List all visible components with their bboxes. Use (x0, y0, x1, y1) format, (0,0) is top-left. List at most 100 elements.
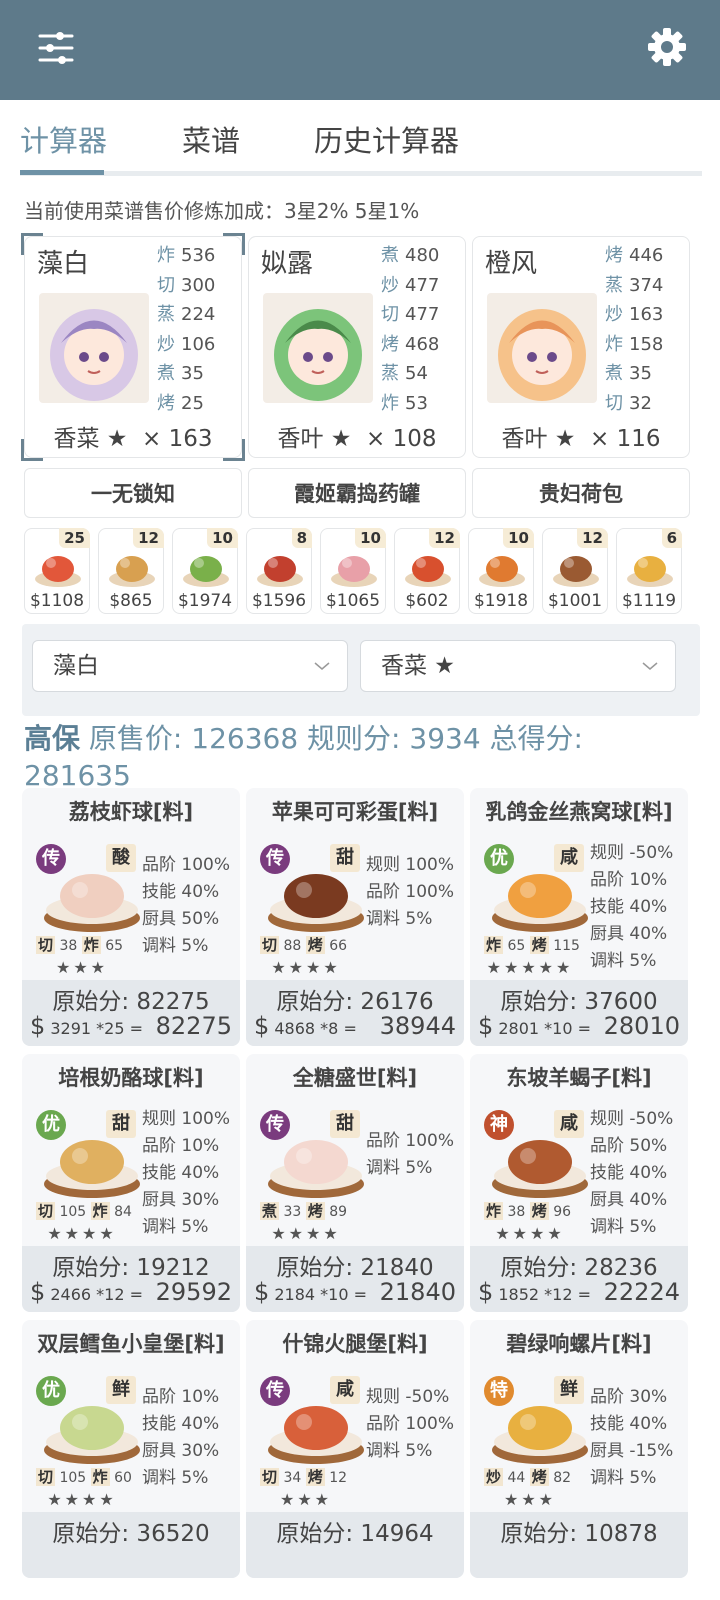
rarity-badge: 特 (484, 1376, 514, 1406)
recipe-bonus: 品阶 100% (142, 855, 231, 875)
recipe-bonuses: 品阶 30% 技能 40% 厨具 -15% 调料 5% (590, 1382, 673, 1490)
chef-avatar (39, 293, 149, 403)
recipe-bonuses: 品阶 100% 技能 40% 厨具 50% 调料 5% (142, 850, 230, 958)
active-tab-indicator (20, 170, 104, 175)
chef-skill: 切 477 (381, 304, 440, 325)
recipe-card[interactable]: 双层鳕鱼小皇堡[料] 优 鲜 品阶 10% 技能 40% 厨具 30% 调料 5% 切… (22, 1320, 240, 1578)
dish-image (107, 545, 157, 589)
dish-price: $1065 (325, 591, 381, 611)
chef-card[interactable]: 橙风 烤 446 蒸 374 炒 163 炸 158 煮 35 切 32 香叶 ★ × 116 (472, 236, 690, 458)
chef-card[interactable]: 藻白 炸 536 切 300 蒸 224 炒 106 煮 35 烤 25 香菜 ★ × 163 (21, 233, 245, 461)
dish-tile[interactable]: 10 $1918 (468, 528, 534, 614)
recipe-title: 荔枝虾球[料] (68, 800, 194, 824)
dish-price: $1119 (621, 591, 677, 611)
main-tabs: 计算器 菜谱 历史计算器 (20, 100, 702, 176)
recipe-card[interactable]: 东坡羊蝎子[料] 神 咸 规则 -50% 品阶 50% 技能 40% 厨具 40% 调料… (470, 1054, 688, 1312)
recipe-score-calc: $ 2184 *10 = 21840 (254, 1278, 456, 1306)
chef-skill: 煮 35 (157, 363, 204, 384)
recipe-card[interactable]: 苹果可可彩蛋[料] 传 甜 规则 100% 品阶 100% 调料 5% 切 88 烤… (246, 788, 464, 1046)
dish-tile[interactable]: 8 $1596 (246, 528, 312, 614)
dish-price: $1001 (547, 591, 603, 611)
dish-tile[interactable]: 10 $1974 (172, 528, 238, 614)
ingredient-select[interactable]: 香菜 ★ (360, 640, 676, 692)
summary-label: 高保 (24, 722, 81, 755)
recipe-skill-requirements: 切 38 炸 65 (36, 936, 124, 954)
filter-settings-icon[interactable] (36, 28, 76, 68)
dish-quantity: 8 (291, 528, 312, 548)
recipe-original-score: 原始分: 26176 (276, 989, 434, 1015)
flavor-badge: 咸 (554, 1110, 584, 1138)
recipe-original-score: 原始分: 28236 (500, 1255, 658, 1281)
recipe-score-panel: 原始分: 28236 $ 1852 *12 = 22224 (470, 1246, 688, 1312)
recipe-card[interactable]: 什锦火腿堡[料] 传 咸 规则 -50% 品阶 100% 调料 5% 切 34 烤 … (246, 1320, 464, 1578)
tab-recipes[interactable]: 菜谱 (182, 118, 240, 176)
recipe-title: 培根奶酪球[料] (58, 1066, 204, 1090)
recipe-stars: ★★★★ (495, 1224, 565, 1243)
dish-price: $1596 (251, 591, 307, 611)
recipe-score-calc: $ 2801 *10 = 28010 (478, 1012, 680, 1040)
chef-skills: 煮 480 炒 477 切 477 烤 468 蒸 54 炸 53 (381, 241, 465, 418)
recipe-bonuses: 规则 -50% 品阶 100% 调料 5% (366, 1382, 454, 1463)
dish-tile[interactable]: 6 $1119 (616, 528, 682, 614)
dish-quantity: 12 (577, 528, 608, 548)
chef-ingredient: 香菜 ★ × 163 (53, 426, 213, 452)
recipe-card[interactable]: 碧绿响螺片[料] 特 鲜 品阶 30% 技能 40% 厨具 -15% 调料 5% 炒 … (470, 1320, 688, 1578)
chef-name: 姒露 (261, 249, 314, 279)
equipment-slot-1[interactable]: 一无锁知 (24, 468, 242, 518)
recipe-title: 全糖盛世[料] (292, 1066, 418, 1090)
chef-skills: 烤 446 蒸 374 炒 163 炸 158 煮 35 切 32 (605, 241, 689, 418)
recipe-original-score: 原始分: 37600 (500, 989, 658, 1015)
chef-select[interactable]: 藻白 (32, 640, 348, 692)
recipe-bonus: 品阶 100% (366, 882, 455, 902)
selection-corner (21, 439, 43, 461)
equipment-slot-2[interactable]: 霞姬霸捣药罐 (248, 468, 466, 518)
summary-values: 原售价: 126368 规则分: 3934 总得分: 281635 (24, 722, 583, 792)
dish-tile[interactable]: 12 $602 (394, 528, 460, 614)
tab-calculator[interactable]: 计算器 (20, 118, 107, 176)
recipe-card[interactable]: 全糖盛世[料] 传 甜 品阶 100% 调料 5% 煮 33 烤 89 ★★★★ … (246, 1054, 464, 1312)
chef-avatar (487, 293, 597, 403)
tab-history-calculator[interactable]: 历史计算器 (314, 118, 459, 176)
recipe-bonuses: 规则 -50% 品阶 10% 技能 40% 厨具 40% 调料 5% (590, 838, 673, 973)
recipe-bonus: 调料 5% (366, 1158, 433, 1178)
dish-tile[interactable]: 12 $1001 (542, 528, 608, 614)
recipe-card[interactable]: 乳鸽金丝燕窝球[料] 优 咸 规则 -50% 品阶 10% 技能 40% 厨具 40%… (470, 788, 688, 1046)
rarity-badge: 神 (484, 1110, 514, 1140)
chef-skill: 蒸 54 (381, 363, 428, 384)
recipe-score-panel: 原始分: 21840 $ 2184 *10 = 21840 (246, 1246, 464, 1312)
flavor-badge: 甜 (330, 1110, 360, 1138)
gear-icon[interactable] (646, 26, 688, 68)
chevron-down-icon (314, 662, 330, 670)
equipment-slot-3[interactable]: 贵妇荷包 (472, 468, 690, 518)
dish-tile[interactable]: 25 $1108 (24, 528, 90, 614)
chef-card[interactable]: 姒露 煮 480 炒 477 切 477 烤 468 蒸 54 炸 53 香叶 ★ × 108 (248, 236, 466, 458)
rarity-badge: 优 (36, 1376, 66, 1406)
dish-tile[interactable]: 10 $1065 (320, 528, 386, 614)
chef-skill: 炒 106 (157, 333, 216, 355)
recipe-skill-requirements: 切 88 烤 66 (260, 936, 348, 954)
recipe-card[interactable]: 培根奶酪球[料] 优 甜 规则 100% 品阶 10% 技能 40% 厨具 30% 调料… (22, 1054, 240, 1312)
chevron-down-icon (642, 662, 658, 670)
chef-skill: 蒸 374 (605, 274, 664, 296)
recipe-bonus: 品阶 10% (142, 1136, 220, 1156)
recipe-score-panel: 原始分: 26176 $ 4868 *8 = 38944 (246, 980, 464, 1046)
recipe-title: 苹果可可彩蛋[料] (271, 800, 439, 824)
recipe-bonus: 品阶 10% (142, 1387, 220, 1407)
chef-skill: 烤 25 (157, 392, 204, 414)
dish-tile[interactable]: 12 $865 (98, 528, 164, 614)
dish-image (255, 545, 305, 589)
chef-select-value: 藻白 (53, 653, 99, 679)
recipe-card[interactable]: 荔枝虾球[料] 传 酸 品阶 100% 技能 40% 厨具 50% 调料 5% 切 3… (22, 788, 240, 1046)
dish-quantity: 12 (133, 528, 164, 548)
recipe-bonus: 技能 40% (142, 1163, 220, 1183)
recipe-bonus: 品阶 100% (366, 1414, 455, 1434)
dish-quantity: 6 (661, 528, 682, 548)
recipe-skill-requirements: 炒 44 烤 82 (484, 1468, 572, 1486)
recipe-title: 什锦火腿堡[料] (282, 1332, 428, 1356)
recipe-score-calc: $ 3291 *25 = 82275 (30, 1012, 232, 1040)
dish-image (329, 545, 379, 589)
recipe-bonuses: 规则 100% 品阶 10% 技能 40% 厨具 30% 调料 5% (142, 1104, 230, 1239)
chef-skill: 烤 468 (381, 333, 440, 355)
flavor-badge: 咸 (554, 844, 584, 872)
recipe-bonus: 调料 5% (142, 1468, 209, 1488)
